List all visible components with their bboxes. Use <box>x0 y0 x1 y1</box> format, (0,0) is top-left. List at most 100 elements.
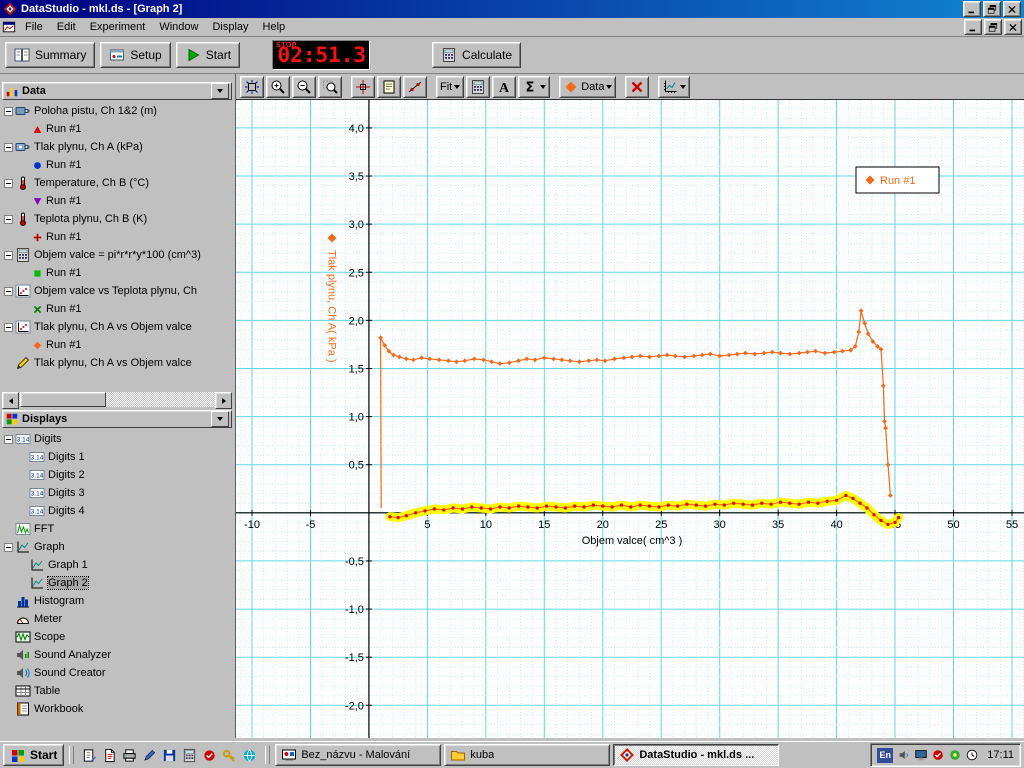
graph-canvas[interactable]: -10-55101520253035404550554,03,53,02,52,… <box>236 100 1024 738</box>
close-button[interactable] <box>1003 1 1021 17</box>
child-close-button[interactable] <box>1004 19 1022 35</box>
restore-button[interactable] <box>983 1 1001 17</box>
data-item-teplota-plynu-ch-b-k[interactable]: Teplota plynu, Ch B (K) <box>2 210 232 228</box>
display-item-digits-2[interactable]: 3.14Digits 2 <box>2 466 232 484</box>
data-panel-menu-button[interactable] <box>211 83 229 99</box>
quick-launch-antivirus-icon[interactable] <box>202 748 217 763</box>
quick-launch-keys-icon[interactable] <box>222 748 237 763</box>
display-item-fft[interactable]: FFT <box>2 520 232 538</box>
data-panel-header[interactable]: Data <box>2 82 232 100</box>
note-tool-button[interactable] <box>377 76 401 98</box>
scrollbar-track[interactable] <box>19 392 215 407</box>
display-item-digits-3[interactable]: 3.14Digits 3 <box>2 484 232 502</box>
scrollbar-thumb[interactable] <box>20 392 106 407</box>
zoom-in-button[interactable] <box>266 76 290 98</box>
display-item-sound-analyzer[interactable]: Sound Analyzer <box>2 646 232 664</box>
menu-window[interactable]: Window <box>152 19 205 35</box>
calculate-button[interactable]: Calculate <box>432 42 521 68</box>
remove-data-button[interactable] <box>625 76 649 98</box>
graph-settings-button[interactable] <box>658 76 690 98</box>
display-item-graph[interactable]: Graph <box>2 538 232 556</box>
tree-expander[interactable] <box>4 251 13 260</box>
quick-launch-pen-icon[interactable] <box>142 748 157 763</box>
start-button[interactable]: Start <box>176 42 240 68</box>
quick-launch-globe-icon[interactable] <box>242 748 257 763</box>
task-button-datastudio-mkl-ds[interactable]: DataStudio - mkl.ds ... <box>613 744 779 766</box>
quick-launch-printer-icon[interactable] <box>122 748 137 763</box>
displays-panel-header[interactable]: Displays <box>2 410 232 428</box>
tree-expander[interactable] <box>4 323 13 332</box>
display-item-workbook[interactable]: Workbook <box>2 700 232 718</box>
tray-antivirus-icon[interactable] <box>931 748 945 762</box>
display-item-meter[interactable]: Meter <box>2 610 232 628</box>
start-menu-button[interactable]: Start <box>3 744 64 766</box>
menu-edit[interactable]: Edit <box>50 19 83 35</box>
data-item-tlak-plynu-ch-a-kpa[interactable]: Tlak plynu, Ch A (kPa) <box>2 138 232 156</box>
display-item-graph-2[interactable]: Graph 2 <box>2 574 232 592</box>
taskbar-clock[interactable]: 17:11 <box>987 749 1014 761</box>
graph-display-area[interactable]: -10-55101520253035404550554,03,53,02,52,… <box>236 100 1024 738</box>
data-item-objem-valce-pi-r-r-y-100-cm-3[interactable]: Objem valce = pi*r*r*y*100 (cm^3) <box>2 246 232 264</box>
run-item[interactable]: Run #1 <box>2 192 232 210</box>
fit-menu-button[interactable]: Fit <box>436 76 464 98</box>
setup-button[interactable]: Setup <box>100 42 170 68</box>
tree-expander[interactable] <box>4 543 13 552</box>
statistics-menu-button[interactable]: Σ <box>518 76 550 98</box>
child-minimize-button[interactable] <box>964 19 982 35</box>
data-item-tlak-plynu-ch-a-vs-objem-valce[interactable]: Tlak plynu, Ch A vs Objem valce <box>2 318 232 336</box>
run-item[interactable]: Run #1 <box>2 228 232 246</box>
tree-expander[interactable] <box>4 143 13 152</box>
child-restore-button[interactable] <box>984 19 1002 35</box>
display-item-digits[interactable]: 3.14Digits <box>2 430 232 448</box>
data-tree-scrollbar[interactable] <box>2 392 232 407</box>
summary-button[interactable]: Summary <box>5 42 95 68</box>
quick-launch-notes-icon[interactable] <box>82 748 97 763</box>
menu-display[interactable]: Display <box>205 19 255 35</box>
tray-display-icon[interactable] <box>914 748 928 762</box>
tray-volume-icon[interactable] <box>897 748 911 762</box>
slope-tool-button[interactable] <box>403 76 427 98</box>
display-item-scope[interactable]: Scope <box>2 628 232 646</box>
tree-expander[interactable] <box>4 179 13 188</box>
menu-file[interactable]: File <box>18 19 50 35</box>
scroll-right-button[interactable] <box>215 392 232 409</box>
minimize-button[interactable] <box>963 1 981 17</box>
quick-launch-floppy-icon[interactable] <box>162 748 177 763</box>
task-button-bez-n-zvu-malov-n[interactable]: Bez_názvu - Malování <box>275 744 441 766</box>
tree-expander[interactable] <box>4 435 13 444</box>
keyboard-layout-indicator[interactable]: En <box>877 748 893 763</box>
run-item[interactable]: Run #1 <box>2 336 232 354</box>
display-item-sound-creator[interactable]: Sound Creator <box>2 664 232 682</box>
calculator-tool-button[interactable] <box>466 76 490 98</box>
menu-experiment[interactable]: Experiment <box>83 19 153 35</box>
data-item-objem-valce-vs-teplota-plynu-ch[interactable]: Objem valce vs Teplota plynu, Ch <box>2 282 232 300</box>
data-item-tlak-plynu-ch-a-vs-objem-valce[interactable]: Tlak plynu, Ch A vs Objem valce <box>2 354 232 372</box>
display-item-histogram[interactable]: Histogram <box>2 592 232 610</box>
run-item[interactable]: Run #1 <box>2 300 232 318</box>
run-item[interactable]: Run #1 <box>2 264 232 282</box>
displays-panel-menu-button[interactable] <box>211 411 229 427</box>
data-item-poloha-pistu-ch-1-2-m[interactable]: Poloha pistu, Ch 1&2 (m) <box>2 102 232 120</box>
display-item-table[interactable]: Table <box>2 682 232 700</box>
data-menu-button[interactable]: Data <box>559 76 616 98</box>
menu-help[interactable]: Help <box>256 19 293 35</box>
run-item[interactable]: Run #1 <box>2 156 232 174</box>
display-item-digits-4[interactable]: 3.14Digits 4 <box>2 502 232 520</box>
zoom-out-button[interactable] <box>292 76 316 98</box>
display-item-digits-1[interactable]: 3.14Digits 1 <box>2 448 232 466</box>
smart-tool-button[interactable] <box>351 76 375 98</box>
tray-messenger-icon[interactable] <box>948 748 962 762</box>
tree-expander[interactable] <box>4 107 13 116</box>
tree-expander[interactable] <box>4 287 13 296</box>
quick-launch-document-icon[interactable] <box>102 748 117 763</box>
scroll-left-button[interactable] <box>2 392 19 409</box>
scale-to-fit-button[interactable] <box>240 76 264 98</box>
tree-expander[interactable] <box>4 215 13 224</box>
text-annotation-button[interactable]: A <box>492 76 516 98</box>
tray-scheduler-icon[interactable] <box>965 748 979 762</box>
zoom-select-button[interactable] <box>318 76 342 98</box>
task-button-kuba[interactable]: kuba <box>444 744 610 766</box>
graph-document-icon[interactable] <box>2 20 16 34</box>
display-item-graph-1[interactable]: Graph 1 <box>2 556 232 574</box>
run-item[interactable]: Run #1 <box>2 120 232 138</box>
